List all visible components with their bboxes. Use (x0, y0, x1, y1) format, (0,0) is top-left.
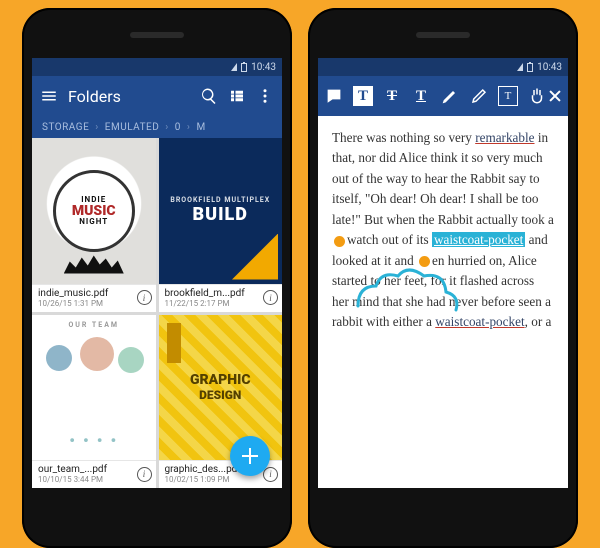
ink-tool[interactable] (469, 86, 489, 106)
screen-reader: 10:43 T T T T (318, 58, 568, 488)
breadcrumb: STORAGE › EMULATED › 0 › M (32, 116, 282, 138)
file-card[interactable]: OUR TEAM • • • • our_team_...pdf 10/10/1… (32, 315, 156, 489)
info-icon[interactable] (137, 467, 152, 482)
thumb-text: NIGHT (72, 218, 116, 226)
app-bar: Folders (32, 76, 282, 116)
underlined-word: waistcoat-pocket (435, 314, 524, 329)
breadcrumb-item[interactable]: M (196, 122, 205, 133)
battery-icon (527, 63, 533, 72)
thumb-text: MUSIC (72, 204, 116, 218)
breadcrumb-item[interactable]: 0 (175, 122, 181, 133)
underlined-word: remarkable (475, 130, 534, 145)
file-thumbnail: OUR TEAM • • • • (32, 315, 156, 461)
comment-icon[interactable] (324, 86, 344, 106)
close-icon[interactable] (547, 86, 562, 106)
hamburger-icon[interactable] (40, 87, 58, 105)
status-bar: 10:43 (318, 58, 568, 76)
status-time: 10:43 (537, 62, 562, 73)
thumb-text: BUILD (193, 204, 248, 225)
status-bar: 10:43 (32, 58, 282, 76)
chevron-right-icon: › (165, 122, 169, 133)
breadcrumb-item[interactable]: STORAGE (42, 122, 89, 133)
file-card[interactable]: BROOKFIELD MULTIPLEX BUILD brookfield_m.… (159, 138, 283, 312)
chevron-right-icon: › (187, 122, 191, 133)
thumb-text: OUR TEAM (68, 321, 119, 329)
annotation-dot[interactable] (334, 236, 345, 247)
screen-folders: 10:43 Folders STORAGE › EMULATED › 0 (32, 58, 282, 488)
thumb-text: BROOKFIELD MULTIPLEX (170, 196, 270, 204)
battery-icon (241, 63, 247, 72)
strikethrough-tool[interactable]: T (382, 86, 402, 106)
file-thumbnail: BROOKFIELD MULTIPLEX BUILD (159, 138, 283, 284)
file-date: 10/10/15 3:44 PM (38, 475, 133, 484)
reader-text: watch out of its (347, 232, 432, 247)
textbox-tool[interactable]: T (498, 86, 518, 106)
file-thumbnail: GRAPHIC DESIGN (159, 315, 283, 461)
file-grid: INDIE MUSIC NIGHT indie_music.pdf 10/26/… (32, 138, 282, 488)
underline-tool[interactable]: T (411, 86, 431, 106)
file-name: our_team_...pdf (38, 464, 133, 475)
file-date: 10/02/15 1:09 PM (165, 475, 260, 484)
phone-speaker (416, 32, 470, 38)
phone-speaker (130, 32, 184, 38)
file-date: 10/26/15 1:31 PM (38, 299, 133, 308)
thumb-text: DESIGN (190, 388, 251, 402)
annotation-toolbar: T T T T (318, 76, 568, 116)
signal-icon (231, 63, 237, 71)
info-icon[interactable] (137, 290, 152, 305)
chevron-right-icon: › (95, 122, 99, 133)
reader-text: , or a (525, 314, 552, 329)
reader-text: There was nothing so very (332, 130, 475, 145)
view-list-icon[interactable] (228, 87, 246, 105)
pen-tool[interactable] (440, 86, 460, 106)
pan-tool-icon[interactable] (527, 86, 547, 106)
overflow-icon[interactable] (256, 87, 274, 105)
file-date: 11/22/15 2:17 PM (165, 299, 260, 308)
breadcrumb-item[interactable]: EMULATED (105, 122, 159, 133)
file-name: brookfield_m...pdf (165, 288, 260, 299)
fab-add-button[interactable] (230, 436, 270, 476)
info-icon[interactable] (263, 290, 278, 305)
file-thumbnail: INDIE MUSIC NIGHT (32, 138, 156, 284)
file-card[interactable]: INDIE MUSIC NIGHT indie_music.pdf 10/26/… (32, 138, 156, 312)
reader-content[interactable]: There was nothing so very remarkable in … (318, 116, 568, 488)
phone-frame-right: 10:43 T T T T (308, 8, 578, 548)
signal-icon (517, 63, 523, 71)
highlighted-word[interactable]: waistcoat-pocket (432, 232, 525, 247)
search-icon[interactable] (200, 87, 218, 105)
phone-frame-left: 10:43 Folders STORAGE › EMULATED › 0 (22, 8, 292, 548)
file-name: indie_music.pdf (38, 288, 133, 299)
annotation-dot[interactable] (419, 256, 430, 267)
status-time: 10:43 (251, 62, 276, 73)
app-title: Folders (68, 87, 121, 106)
thumb-text: GRAPHIC (190, 372, 251, 388)
highlight-tool[interactable]: T (353, 86, 373, 106)
